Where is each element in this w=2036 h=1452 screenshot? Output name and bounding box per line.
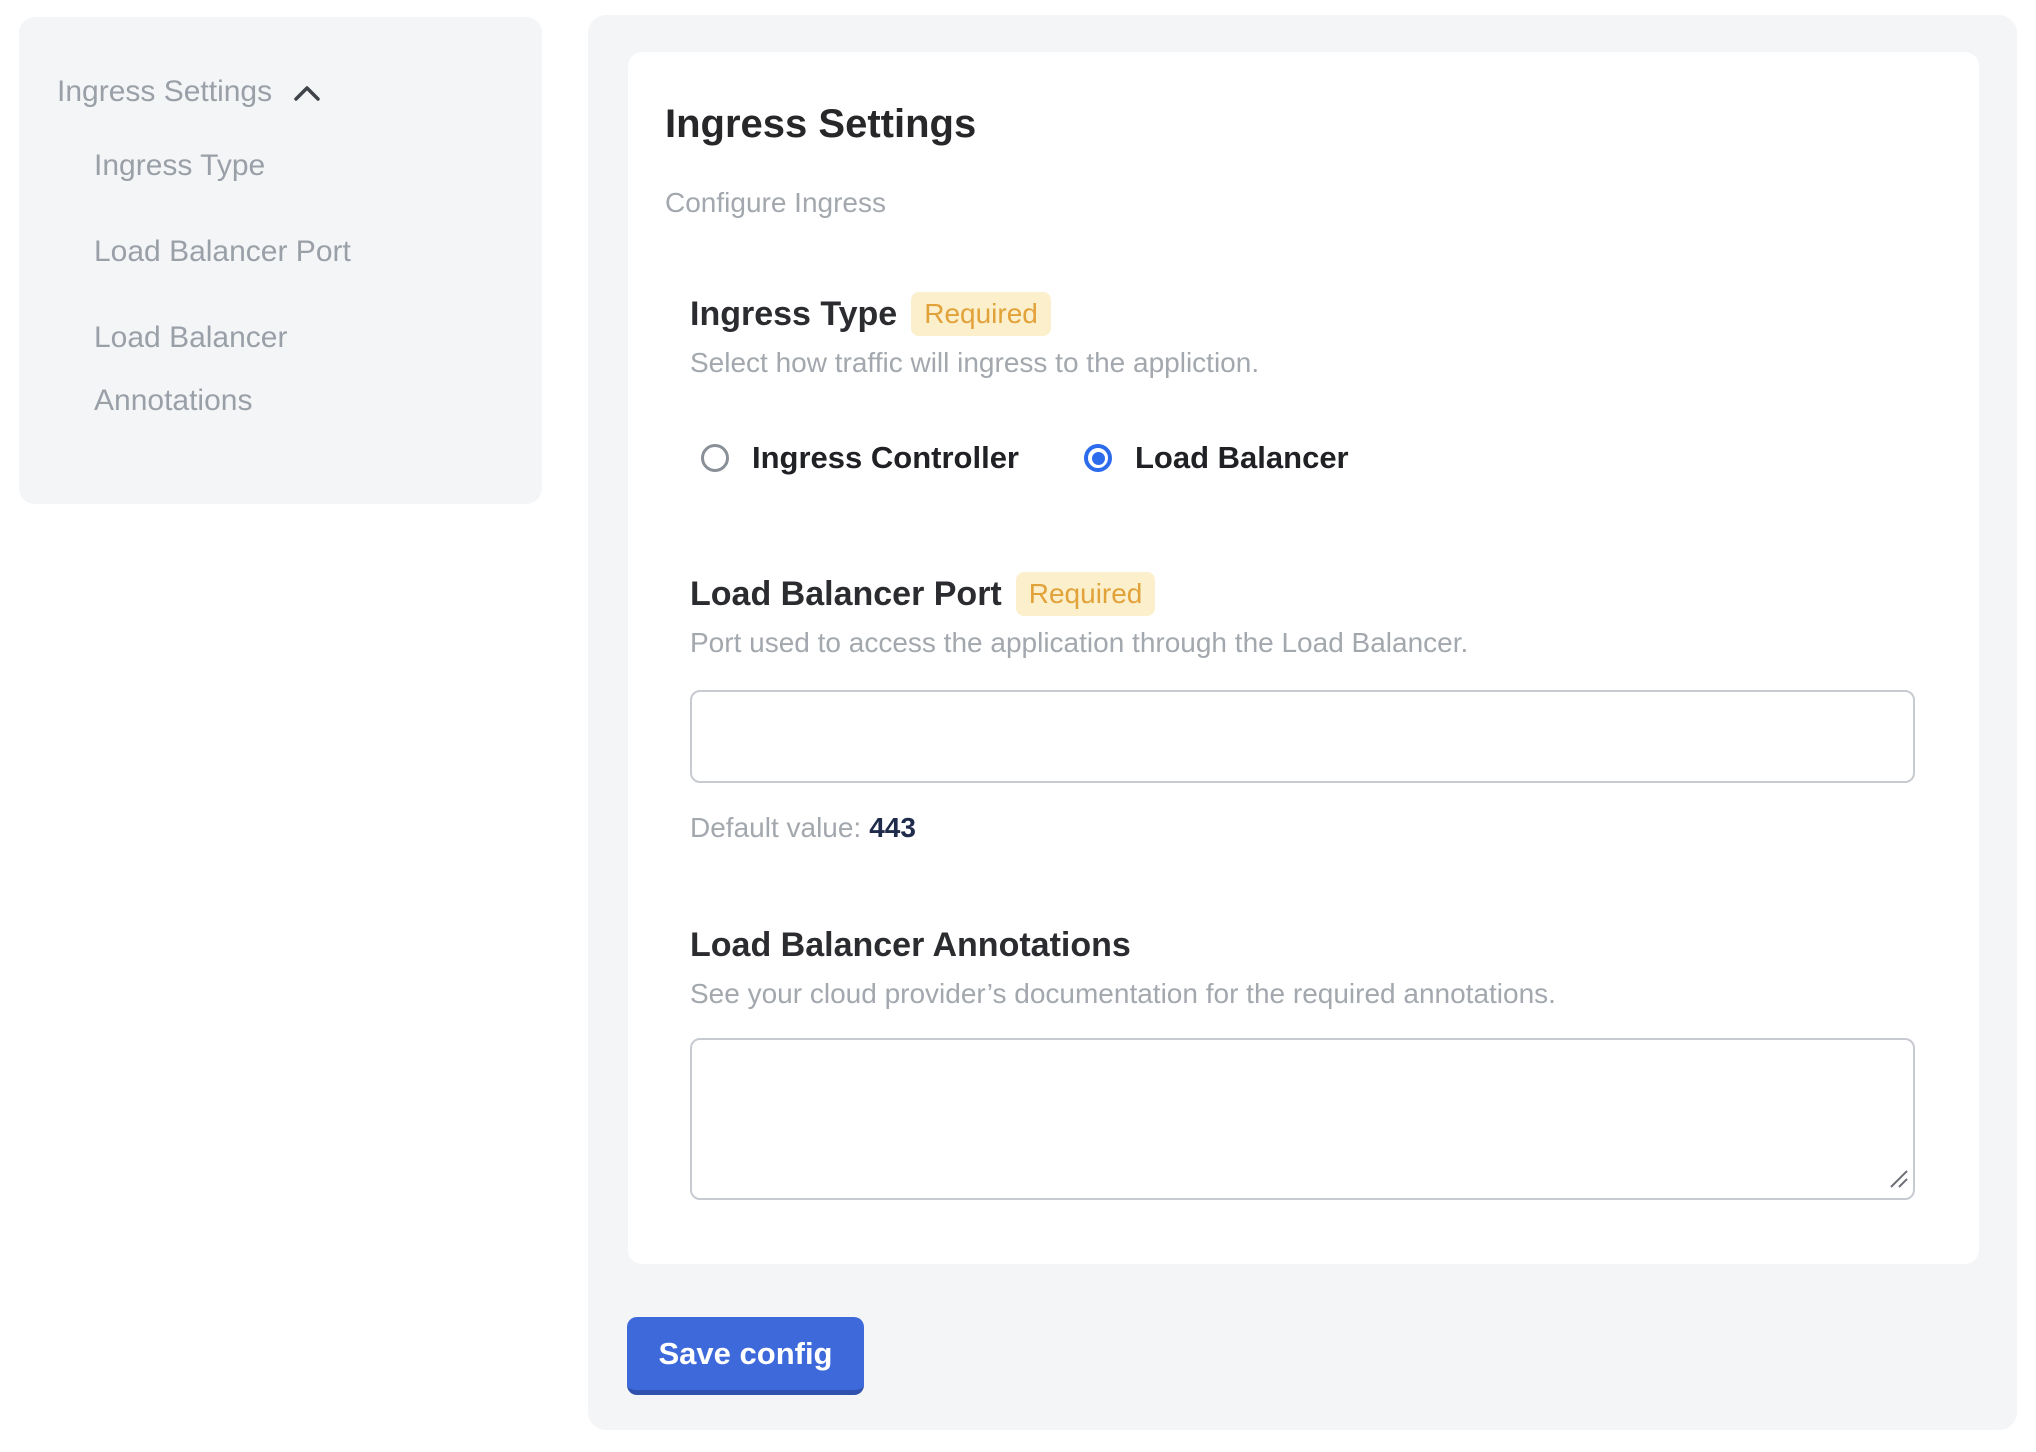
radio-label-ingress-controller: Ingress Controller <box>752 440 1019 476</box>
lb-annotations-heading: Load Balancer Annotations <box>690 923 1131 967</box>
radio-load-balancer[interactable] <box>1084 444 1112 472</box>
ingress-type-heading-row: Ingress Type Required <box>690 292 1915 336</box>
section-load-balancer-port: Load Balancer Port Required Port used to… <box>690 572 1915 847</box>
sidebar-item-load-balancer-port[interactable]: Load Balancer Port <box>94 220 416 283</box>
required-badge: Required <box>911 292 1051 336</box>
default-value: 443 <box>869 812 916 843</box>
page-title: Ingress Settings <box>665 100 1915 148</box>
ingress-settings-card: Ingress Settings Configure Ingress Ingre… <box>628 52 1979 1264</box>
page-subtitle: Configure Ingress <box>665 184 1915 222</box>
default-value-row: Default value: 443 <box>690 809 1915 847</box>
default-value-label: Default value: <box>690 812 861 843</box>
sidebar-item-load-balancer-annotations[interactable]: Load Balancer Annotations <box>94 306 416 432</box>
radio-label-load-balancer: Load Balancer <box>1135 440 1349 476</box>
lb-port-heading: Load Balancer Port <box>690 572 1002 616</box>
section-load-balancer-annotations: Load Balancer Annotations See your cloud… <box>690 923 1915 1200</box>
radio-dot <box>1092 452 1105 465</box>
lb-annotations-heading-row: Load Balancer Annotations <box>690 923 1915 967</box>
section-ingress-type: Ingress Type Required Select how traffic… <box>690 292 1915 476</box>
lb-annotations-textarea-wrap <box>690 1038 1915 1200</box>
radio-option-load-balancer[interactable]: Load Balancer <box>1084 440 1349 476</box>
sidebar-item-ingress-type[interactable]: Ingress Type <box>94 134 416 197</box>
save-config-button[interactable]: Save config <box>627 1317 864 1395</box>
ingress-type-radio-group: Ingress Controller Load Balancer <box>690 440 1915 476</box>
sidebar-group-label: Ingress Settings <box>57 72 272 112</box>
radio-ingress-controller[interactable] <box>701 444 729 472</box>
main-panel: Ingress Settings Configure Ingress Ingre… <box>588 15 2017 1430</box>
load-balancer-port-input[interactable] <box>690 690 1915 783</box>
settings-sidebar: Ingress Settings Ingress Type Load Balan… <box>19 17 542 504</box>
form-sections: Ingress Type Required Select how traffic… <box>690 292 1915 1200</box>
ingress-type-heading: Ingress Type <box>690 292 897 336</box>
ingress-type-description: Select how traffic will ingress to the a… <box>690 344 1915 382</box>
resize-handle-icon[interactable] <box>1887 1167 1909 1194</box>
lb-port-description: Port used to access the application thro… <box>690 624 1915 662</box>
sidebar-group-ingress-settings[interactable]: Ingress Settings <box>57 72 542 112</box>
chevron-up-icon <box>292 84 322 104</box>
radio-option-ingress-controller[interactable]: Ingress Controller <box>701 440 1019 476</box>
required-badge: Required <box>1016 572 1156 616</box>
page: Ingress Settings Ingress Type Load Balan… <box>0 0 2036 1452</box>
load-balancer-annotations-textarea[interactable] <box>690 1038 1915 1200</box>
lb-annotations-description: See your cloud provider’s documentation … <box>690 975 1915 1013</box>
sidebar-item-list: Ingress Type Load Balancer Port Load Bal… <box>94 134 416 432</box>
lb-port-heading-row: Load Balancer Port Required <box>690 572 1915 616</box>
